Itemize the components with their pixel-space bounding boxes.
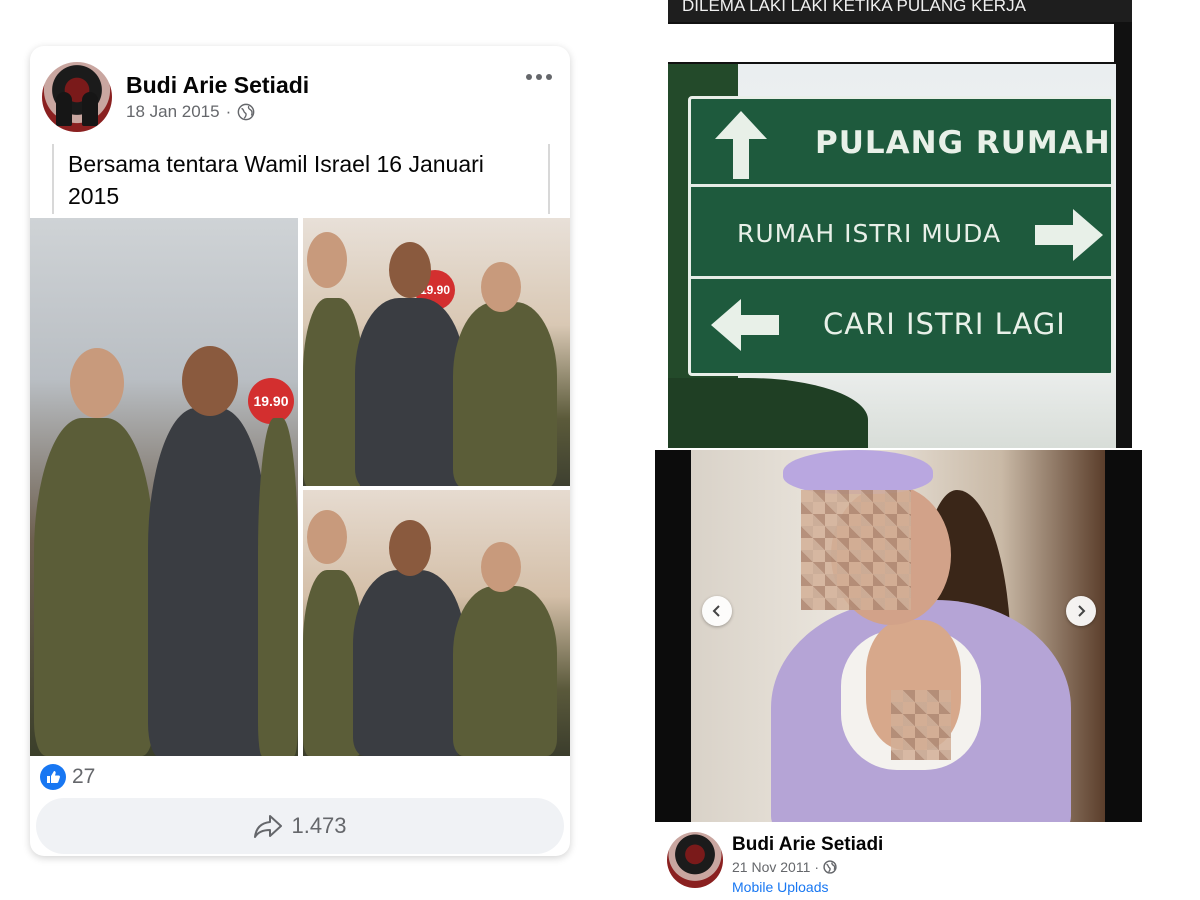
sign-text-3: CARI ISTRI LAGI [823,307,1066,341]
arrow-up-icon [715,111,767,179]
man-head [389,520,431,576]
author-name[interactable]: Budi Arie Setiadi [126,72,309,99]
meta-separator: · [225,102,232,121]
author-name[interactable]: Budi Arie Setiadi [732,834,883,856]
man-head [389,242,431,298]
facebook-post-card: Budi Arie Setiadi 18 Jan 2015 · Bersama … [30,46,570,856]
like-count: 27 [72,765,96,788]
soldier-edge-figure [258,418,298,756]
street-sign: PULANG RUMAH RUMAH ISTRI MUDA CARI ISTRI… [688,96,1114,376]
meta-separator: · [814,859,820,875]
arrow-right-icon [1035,209,1103,261]
soldier-seated-figure [453,586,557,756]
sign-text-2: RUMAH ISTRI MUDA [737,219,1002,248]
sign-row-3: CARI ISTRI LAGI [691,283,1111,371]
share-count: 1.473 [291,813,347,838]
man-figure [353,570,465,756]
share-icon [254,815,283,838]
soldier-head [481,262,521,312]
globe-icon [237,103,255,121]
chevron-right-icon [1078,605,1086,617]
post-meta: 18 Jan 2015 · [126,102,255,122]
sign-text-1: PULANG RUMAH [815,125,1111,161]
chevron-left-icon [712,605,720,617]
meme-photo[interactable]: PULANG RUMAH RUMAH ISTRI MUDA CARI ISTRI… [668,64,1116,448]
meme-title: DILEMA LAKI LAKI KETIKA PULANG KERJA [668,0,1132,22]
man-head [182,346,238,416]
post-header: Budi Arie Setiadi 18 Jan 2015 · [30,46,570,142]
photo-grid: 19.90 19.90 [30,218,570,756]
soldier-head [307,232,347,288]
share-button[interactable]: 1.473 [36,798,564,854]
sign-row-1: PULANG RUMAH [691,99,1111,187]
meme-image: DILEMA LAKI LAKI KETIKA PULANG KERJA PUL… [668,0,1132,448]
tree-bottom [668,378,868,448]
photo-main[interactable]: 19.90 [30,218,298,756]
chest-blur [891,690,951,760]
photo-top[interactable]: 19.90 [303,218,570,486]
meme-white-band [668,24,1114,62]
next-photo-button[interactable] [1066,596,1096,626]
previous-photo-button[interactable] [702,596,732,626]
beret [783,450,933,494]
post-caption: Bersama tentara Wamil Israel 16 Januari … [52,144,550,214]
photo-viewer [655,450,1142,822]
man-figure [355,298,465,486]
post-meta: 21 Nov 2011 · [732,859,837,875]
soldier-head [481,542,521,592]
soldier-seated-figure [453,302,557,486]
viewer-photo[interactable] [691,450,1105,822]
arrow-left-icon [711,299,779,351]
soldier-head [307,510,347,564]
author-avatar[interactable] [667,832,723,888]
author-avatar[interactable] [42,62,112,132]
album-link[interactable]: Mobile Uploads [732,879,829,895]
post-date[interactable]: 21 Nov 2011 [732,859,810,875]
like-icon [40,764,66,790]
soldier-figure [303,298,363,486]
photo-post-footer: Budi Arie Setiadi 21 Nov 2011 · Mobile U… [655,822,1142,900]
post-date[interactable]: 18 Jan 2015 [126,102,220,122]
man-figure [148,408,268,756]
price-sign: 19.90 [248,378,294,424]
globe-icon [823,860,837,874]
sign-row-2: RUMAH ISTRI MUDA [691,191,1111,279]
photo-bottom[interactable] [303,490,570,756]
soldier-head [70,348,124,418]
more-options-icon[interactable] [526,70,556,84]
reactions-summary[interactable]: 27 [40,762,95,792]
face-blur [801,490,911,610]
soldier-figure [34,418,154,756]
